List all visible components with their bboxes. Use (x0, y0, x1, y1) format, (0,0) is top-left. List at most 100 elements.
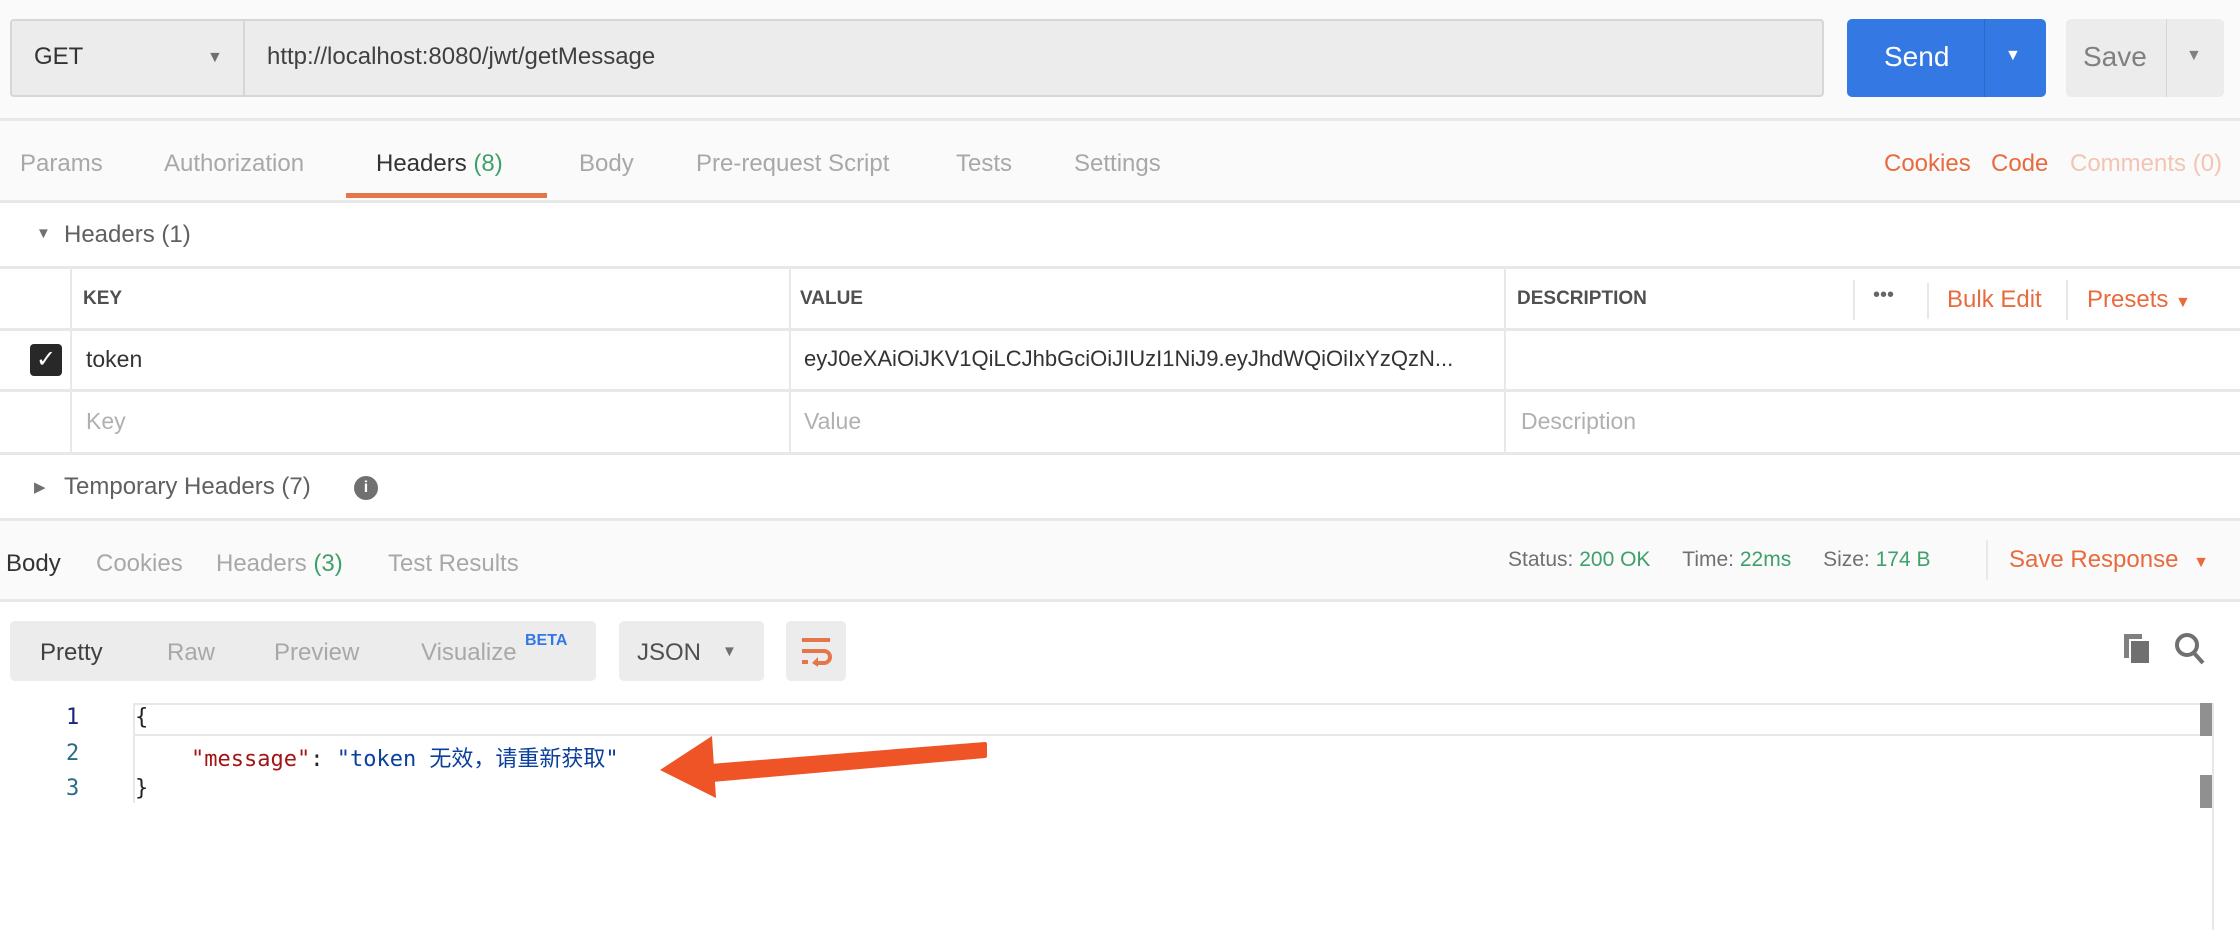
url-bar: GET ▼ http://localhost:8080/jwt/getMessa… (10, 19, 1824, 97)
tab-label: Headers (376, 150, 467, 177)
response-tab-headers[interactable]: Headers (3) (216, 550, 343, 578)
time-label: Time: (1682, 548, 1735, 571)
column-key: KEY (83, 288, 123, 309)
time-value: 22ms (1739, 548, 1792, 571)
active-tab-indicator (346, 193, 547, 198)
tab-pre-request-script[interactable]: Pre-request Script (696, 150, 889, 178)
chevron-down-icon: ▼ (2175, 294, 2191, 311)
save-dropdown-icon[interactable]: ▼ (2186, 47, 2202, 65)
divider (2166, 19, 2167, 97)
tab-count: (8) (473, 150, 503, 177)
tab-settings[interactable]: Settings (1074, 150, 1161, 178)
send-dropdown-icon[interactable]: ▼ (2005, 47, 2021, 65)
status-value: 200 OK (1579, 548, 1651, 571)
url-input[interactable]: http://localhost:8080/jwt/getMessage (267, 43, 655, 71)
divider (0, 389, 2240, 392)
wrap-icon (802, 638, 832, 667)
headers-section-title[interactable]: Headers (1) (64, 221, 191, 249)
section-count: (1) (161, 221, 191, 248)
tab-headers[interactable]: Headers (8) (376, 150, 503, 178)
collapse-icon[interactable]: ▼ (36, 225, 51, 242)
section-label: Temporary Headers (64, 473, 275, 500)
send-button[interactable]: Send ▼ (1847, 19, 2046, 97)
response-tab-test-results[interactable]: Test Results (388, 550, 519, 578)
scrollbar-marker (2200, 703, 2212, 736)
response-tab-body[interactable]: Body (6, 550, 61, 578)
chevron-down-icon: ▼ (2193, 554, 2209, 571)
column-value: VALUE (800, 288, 863, 309)
method-select[interactable]: GET ▼ (12, 21, 245, 95)
new-value-input[interactable]: Value (804, 408, 861, 435)
tab-authorization[interactable]: Authorization (164, 150, 304, 178)
json-close-brace: } (135, 776, 149, 801)
save-label: Save (2083, 41, 2147, 72)
section-count: (7) (281, 473, 311, 500)
info-icon[interactable]: i (354, 476, 378, 500)
size-value: 174 B (1875, 548, 1931, 571)
beta-badge: BETA (525, 632, 568, 649)
method-label: GET (34, 43, 84, 70)
wrap-lines-button[interactable] (786, 621, 846, 681)
more-options-icon[interactable]: ••• (1873, 284, 1894, 307)
comments-link[interactable]: Comments (0) (2070, 150, 2222, 178)
tab-label: Headers (216, 550, 307, 577)
json-open-brace: { (135, 705, 149, 730)
json-value: "token 无效，请重新获取" (336, 747, 619, 772)
view-raw[interactable]: Raw (167, 639, 215, 667)
header-value[interactable]: eyJ0eXAiOiJKV1QiLCJhbGciOiJIUzI1NiJ9.eyJ… (804, 346, 1494, 372)
divider (1853, 280, 1855, 320)
new-description-input[interactable]: Description (1521, 408, 1636, 435)
divider (1984, 19, 1985, 97)
view-visualize[interactable]: Visualize (421, 639, 517, 667)
line-number: 1 (66, 705, 80, 730)
new-key-input[interactable]: Key (86, 408, 126, 435)
tab-tests[interactable]: Tests (956, 150, 1012, 178)
line-number: 2 (66, 741, 80, 766)
scrollbar-track[interactable] (2212, 703, 2214, 930)
divider (1927, 283, 1929, 319)
response-tab-cookies[interactable]: Cookies (96, 550, 183, 578)
save-response-dropdown[interactable]: Save Response ▼ (2009, 546, 2209, 574)
divider (0, 328, 2240, 331)
divider (0, 266, 2240, 269)
tab-params[interactable]: Params (20, 150, 103, 178)
bulk-edit-button[interactable]: Bulk Edit (1947, 286, 2042, 314)
presets-dropdown[interactable]: Presets ▼ (2087, 286, 2191, 314)
scrollbar-marker (2200, 775, 2212, 808)
response-meta: Status: 200 OK Time: 22ms Size: 174 B (1508, 548, 1930, 572)
save-button[interactable]: Save ▼ (2066, 19, 2224, 97)
divider (789, 268, 791, 453)
tab-count: (3) (313, 550, 343, 577)
header-key[interactable]: token (86, 346, 142, 373)
search-icon[interactable] (2174, 632, 2206, 666)
copy-icon[interactable] (2122, 632, 2152, 666)
divider (0, 452, 2240, 455)
tab-body[interactable]: Body (579, 150, 634, 178)
json-key: "message" (191, 747, 311, 772)
chevron-down-icon: ▼ (207, 49, 223, 66)
view-pretty[interactable]: Pretty (40, 639, 103, 667)
temporary-headers-title[interactable]: Temporary Headers (7) (64, 473, 311, 501)
view-mode-group: Pretty Raw Preview Visualize BETA (10, 621, 596, 681)
column-description: DESCRIPTION (1517, 288, 1647, 309)
divider (0, 118, 2240, 121)
presets-label: Presets (2087, 286, 2169, 313)
divider (70, 268, 72, 453)
cookies-link[interactable]: Cookies (1884, 150, 1971, 178)
json-colon: : (310, 747, 337, 772)
save-response-label: Save Response (2009, 546, 2179, 573)
send-label: Send (1884, 41, 1950, 72)
line-number: 3 (66, 776, 80, 801)
json-line: "message": "token 无效，请重新获取" (191, 741, 619, 773)
chevron-down-icon: ▼ (722, 643, 737, 660)
view-preview[interactable]: Preview (274, 639, 359, 667)
divider (0, 518, 2240, 521)
size-label: Size: (1823, 548, 1870, 571)
status-label: Status: (1508, 548, 1574, 571)
format-select[interactable]: JSON ▼ (619, 621, 764, 681)
divider (2066, 280, 2068, 320)
expand-icon[interactable]: ▶ (34, 478, 46, 496)
code-link[interactable]: Code (1991, 150, 2048, 178)
header-checkbox[interactable]: ✓ (30, 344, 62, 376)
divider (1504, 268, 1506, 453)
